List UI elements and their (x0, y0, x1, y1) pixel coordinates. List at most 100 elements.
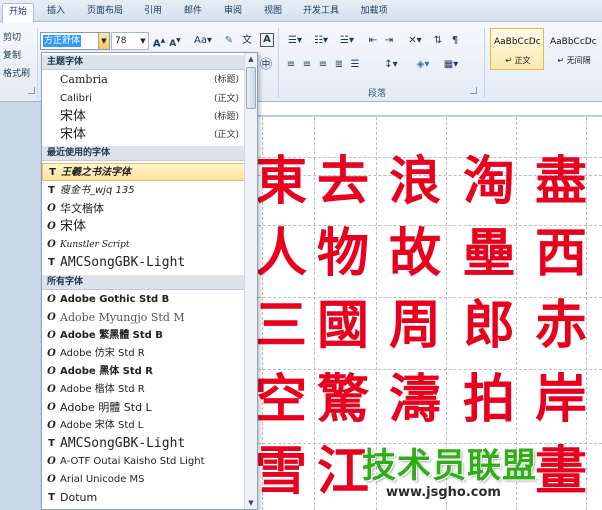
tab-insert[interactable]: 插入 (40, 3, 72, 22)
font-option[interactable]: O Adobe 仿宋 Std R (42, 345, 245, 363)
tab-mailings[interactable]: 邮件 (176, 3, 210, 22)
all-fonts-header: 所有字体 (42, 275, 245, 290)
chinese-layout-icon[interactable]: ✕▾ (404, 33, 426, 49)
line-spacing-icon[interactable]: ↕▾ (380, 57, 402, 73)
bullets-icon[interactable]: ☰▾ (284, 33, 306, 49)
size-dropdown-arrow-icon[interactable]: ▼ (138, 33, 148, 49)
font-option-name: 华文楷体 (60, 202, 104, 215)
opentype-font-icon: O (47, 420, 56, 431)
font-option[interactable]: O A-OTF Outai Kaisho Std Light (42, 453, 245, 471)
font-option[interactable]: T Dotum (42, 489, 245, 507)
font-option[interactable]: T 瘦金书_wjq 135 (42, 182, 245, 200)
font-option[interactable]: Calibri (正文) (42, 90, 245, 108)
font-option[interactable]: O Adobe Gothic Std B (42, 291, 245, 309)
align-center-icon[interactable]: ≡ (300, 57, 314, 73)
font-option[interactable]: 宋体 (正文) (42, 126, 245, 144)
truetype-font-icon: T (48, 257, 55, 268)
group-separator (484, 28, 485, 98)
document-char: 赤 (534, 295, 587, 356)
paragraph-group-label: 段落 (368, 89, 387, 99)
font-option-tag: (正文) (213, 130, 239, 140)
font-option[interactable]: O Kunstler Script (42, 236, 245, 254)
scrollbar-thumb[interactable] (246, 67, 256, 109)
shrink-font-icon[interactable]: A▼ (168, 33, 182, 49)
font-option-name: Adobe 仿宋 Std R (60, 348, 145, 359)
align-right-icon[interactable]: ≡ (316, 57, 330, 73)
tab-home[interactable]: 开始 (2, 3, 34, 23)
cut-button[interactable]: 剪切 (3, 30, 21, 43)
font-option-tag: (标题) (213, 112, 239, 122)
shading-icon[interactable]: ◈▾ (412, 57, 434, 73)
font-option[interactable]: O Adobe Myungjo Std M (42, 309, 245, 327)
font-option[interactable]: O Adobe 明體 Std L (42, 399, 245, 417)
font-name-combobox[interactable]: 方正舒体 ▼ (40, 32, 110, 50)
style-no-spacing[interactable]: AaBbCcDc ↵ 无间隔 (546, 28, 600, 70)
document-char: 物 (316, 223, 369, 284)
show-marks-icon[interactable]: ¶ (448, 33, 462, 49)
font-name-value: 方正舒体 (43, 35, 82, 47)
style-name: ↵ 无间隔 (557, 56, 591, 65)
change-case-icon[interactable]: Aa▾ (192, 33, 214, 49)
font-dropdown-arrow-icon[interactable]: ▼ (98, 33, 109, 49)
opentype-font-icon: O (47, 384, 56, 395)
font-option[interactable]: O Adobe 繁黑體 Std B (42, 327, 245, 345)
align-left-icon[interactable]: ≡ (284, 57, 298, 73)
enclose-characters-icon[interactable]: ㊥ (258, 56, 274, 72)
borders-icon[interactable]: ▦▾ (440, 57, 462, 73)
numbering-icon[interactable]: ☷▾ (310, 33, 332, 49)
scroll-down-icon[interactable]: ▼ (245, 497, 257, 509)
increase-indent-icon[interactable]: ⇥ (382, 33, 396, 49)
decrease-indent-icon[interactable]: ⇤ (366, 33, 380, 49)
font-option-name: Adobe Gothic Std B (60, 294, 170, 305)
tab-developer[interactable]: 开发工具 (296, 3, 346, 22)
clear-formatting-icon[interactable]: ✎ (222, 33, 236, 49)
font-option[interactable]: T AMCSongGBK-Light (42, 254, 245, 272)
font-option-name: Dotum (60, 491, 98, 504)
font-option[interactable]: Cambria (标题) (42, 71, 245, 89)
grow-font-icon[interactable]: A▲ (152, 33, 166, 49)
dropdown-scrollbar[interactable]: ▲ ▼ (244, 53, 257, 509)
watermark-url: www.jsgho.com (386, 485, 501, 500)
font-option[interactable]: O 宋体 (42, 218, 245, 236)
copy-button[interactable]: 复制 (3, 48, 21, 61)
tab-view[interactable]: 视图 (256, 3, 290, 22)
truetype-font-icon: T (48, 185, 55, 196)
font-option-name: 宋体 (60, 219, 87, 234)
font-option[interactable]: T AMCSongGBK-Light (42, 435, 245, 453)
ribbon-tabs: 开始 插入 页面布局 引用 邮件 审阅 视图 开发工具 加载项 (0, 0, 602, 23)
distributed-icon[interactable]: ☰ (348, 57, 362, 73)
font-option[interactable]: O Adobe 宋体 Std L (42, 417, 245, 435)
font-option-name: AMCSongGBK-Light (60, 255, 186, 270)
tab-addins[interactable]: 加载项 (352, 3, 396, 22)
tab-references[interactable]: 引用 (136, 3, 170, 22)
font-option-tag: (正文) (213, 94, 239, 104)
font-option[interactable]: O 华文楷体 (42, 200, 245, 218)
phonetic-guide-icon[interactable]: 文 (240, 33, 254, 49)
font-option-name: A-OTF Outai Kaisho Std Light (60, 456, 205, 467)
font-option[interactable]: O Adobe 黑体 Std R (42, 363, 245, 381)
clipboard-launcher-icon[interactable] (28, 87, 35, 94)
font-option-highlighted[interactable]: T 王羲之书法字体 (42, 163, 245, 181)
tab-review[interactable]: 审阅 (216, 3, 250, 22)
justify-icon[interactable]: ≣ (332, 57, 346, 73)
tab-page-layout[interactable]: 页面布局 (80, 3, 130, 22)
font-option-name: Cambria (60, 73, 108, 86)
font-option[interactable]: 宋体 (标题) (42, 108, 245, 126)
sort-icon[interactable]: ⇅ (430, 33, 446, 49)
font-option[interactable]: O Arial Unicode MS (42, 471, 245, 489)
scroll-up-icon[interactable]: ▲ (245, 53, 257, 65)
font-size-combobox[interactable]: 78 ▼ (111, 32, 149, 50)
font-option[interactable]: O Adobe 楷体 Std R (42, 381, 245, 399)
style-normal[interactable]: AaBbCcDc ↵ 正文 (490, 28, 544, 70)
document-char: 濤 (388, 369, 441, 430)
site-watermark: 技术员联盟 www.jsgho.com (362, 438, 602, 510)
paragraph-launcher-icon[interactable] (470, 87, 477, 94)
opentype-font-icon: O (47, 348, 56, 359)
document-char: 三 (258, 295, 307, 356)
opentype-font-icon: O (47, 312, 56, 323)
character-border-icon[interactable]: A (260, 33, 274, 47)
format-painter-button[interactable]: 格式刷 (3, 66, 30, 79)
multilevel-list-icon[interactable]: ☱▾ (336, 33, 358, 49)
font-dropdown-list[interactable]: 主题字体 Cambria (标题) Calibri (正文) 宋体 (标题) 宋… (41, 52, 258, 510)
horizontal-ruler[interactable] (258, 102, 602, 116)
